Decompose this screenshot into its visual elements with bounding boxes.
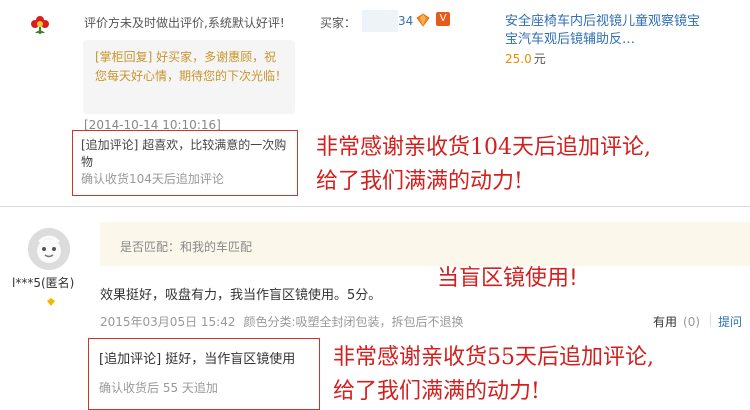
reviewer-nickname: l***5(匿名) [12,276,75,290]
annotation-3-line2: 给了我们满满的动力! [333,379,540,404]
followup-content: 挺好，当作盲区镜使用 [165,352,296,367]
annotation-1-line1: 非常感谢亲收货104天后追加评论, [316,135,651,160]
diamond-level-icon [416,12,430,27]
member-badge-icon [46,292,56,306]
product-price: 25.0 元 [505,50,546,67]
buyer-label: 买家： [320,16,357,30]
followup-text: [追加评论] 挺好，当作盲区镜使用 [99,351,309,369]
price-value: 25.0 [505,52,532,66]
buyer-name-mask [362,10,398,32]
buyer-name[interactable]: 34 [398,14,413,28]
followup-confirm: 确认收货104天后追加评论 [81,172,224,186]
review-content: 效果挺好，吸盘有力，我当作盲区镜使用。5分。 [100,288,382,303]
buyer-flower-icon [30,14,50,34]
review-meta: 2015年03月05日 15:42 颜色分类:吸塑全封闭包装，拆包后不退换 [100,313,464,330]
useful-label: 有用 [653,315,678,329]
followup-confirm: 确认收货后 55 天追加 [99,381,218,395]
annotation-1-line2: 给了我们满满的动力! [316,169,523,194]
annotation-2: 当盲区镜使用! [437,266,578,291]
sku-attributes: 颜色分类:吸塑全封闭包装，拆包后不退换 [243,315,464,329]
match-label: 是否匹配：和我的车匹配 [120,240,253,254]
vip-icon: V [436,12,450,26]
annotation-3-line1: 非常感谢亲收货55天后追加评论, [333,345,654,370]
product-title-link[interactable]: 安全座椅车内后视镜儿童观察镜宝宝汽车观后镜辅助反… [505,13,705,49]
followup-comment-1: [追加评论] 超喜欢，比较满意的一次购物 确认收货104天后追加评论 [72,130,298,196]
followup-tag: [追加评论] [81,138,139,152]
useful-button[interactable]: 有用 (0) [653,313,700,330]
review-date: 2015年03月05日 15:42 [100,315,236,329]
default-avatar-icon[interactable] [28,228,70,270]
annotation-3: 非常感谢亲收货55天后追加评论, 给了我们满满的动力! [333,341,654,409]
review-divider [0,206,750,207]
followup-comment-2: [追加评论] 挺好，当作盲区镜使用 确认收货后 55 天追加 [88,338,320,410]
action-divider [710,313,711,327]
useful-count: (0) [683,315,701,329]
review-text: 评价方未及时做出评价,系统默认好评! [84,16,285,30]
annotation-1: 非常感谢亲收货104天后追加评论, 给了我们满满的动力! [316,131,651,199]
price-unit: 元 [533,52,546,66]
seller-reply: [掌柜回复] 好买家，多谢惠顾，祝您每天好心情，期待您的下次光临！ [83,40,295,114]
followup-text: [追加评论] 超喜欢，比较满意的一次购物 [81,137,289,171]
ask-button[interactable]: 提问 [718,313,742,330]
followup-tag: [追加评论] [99,352,162,367]
